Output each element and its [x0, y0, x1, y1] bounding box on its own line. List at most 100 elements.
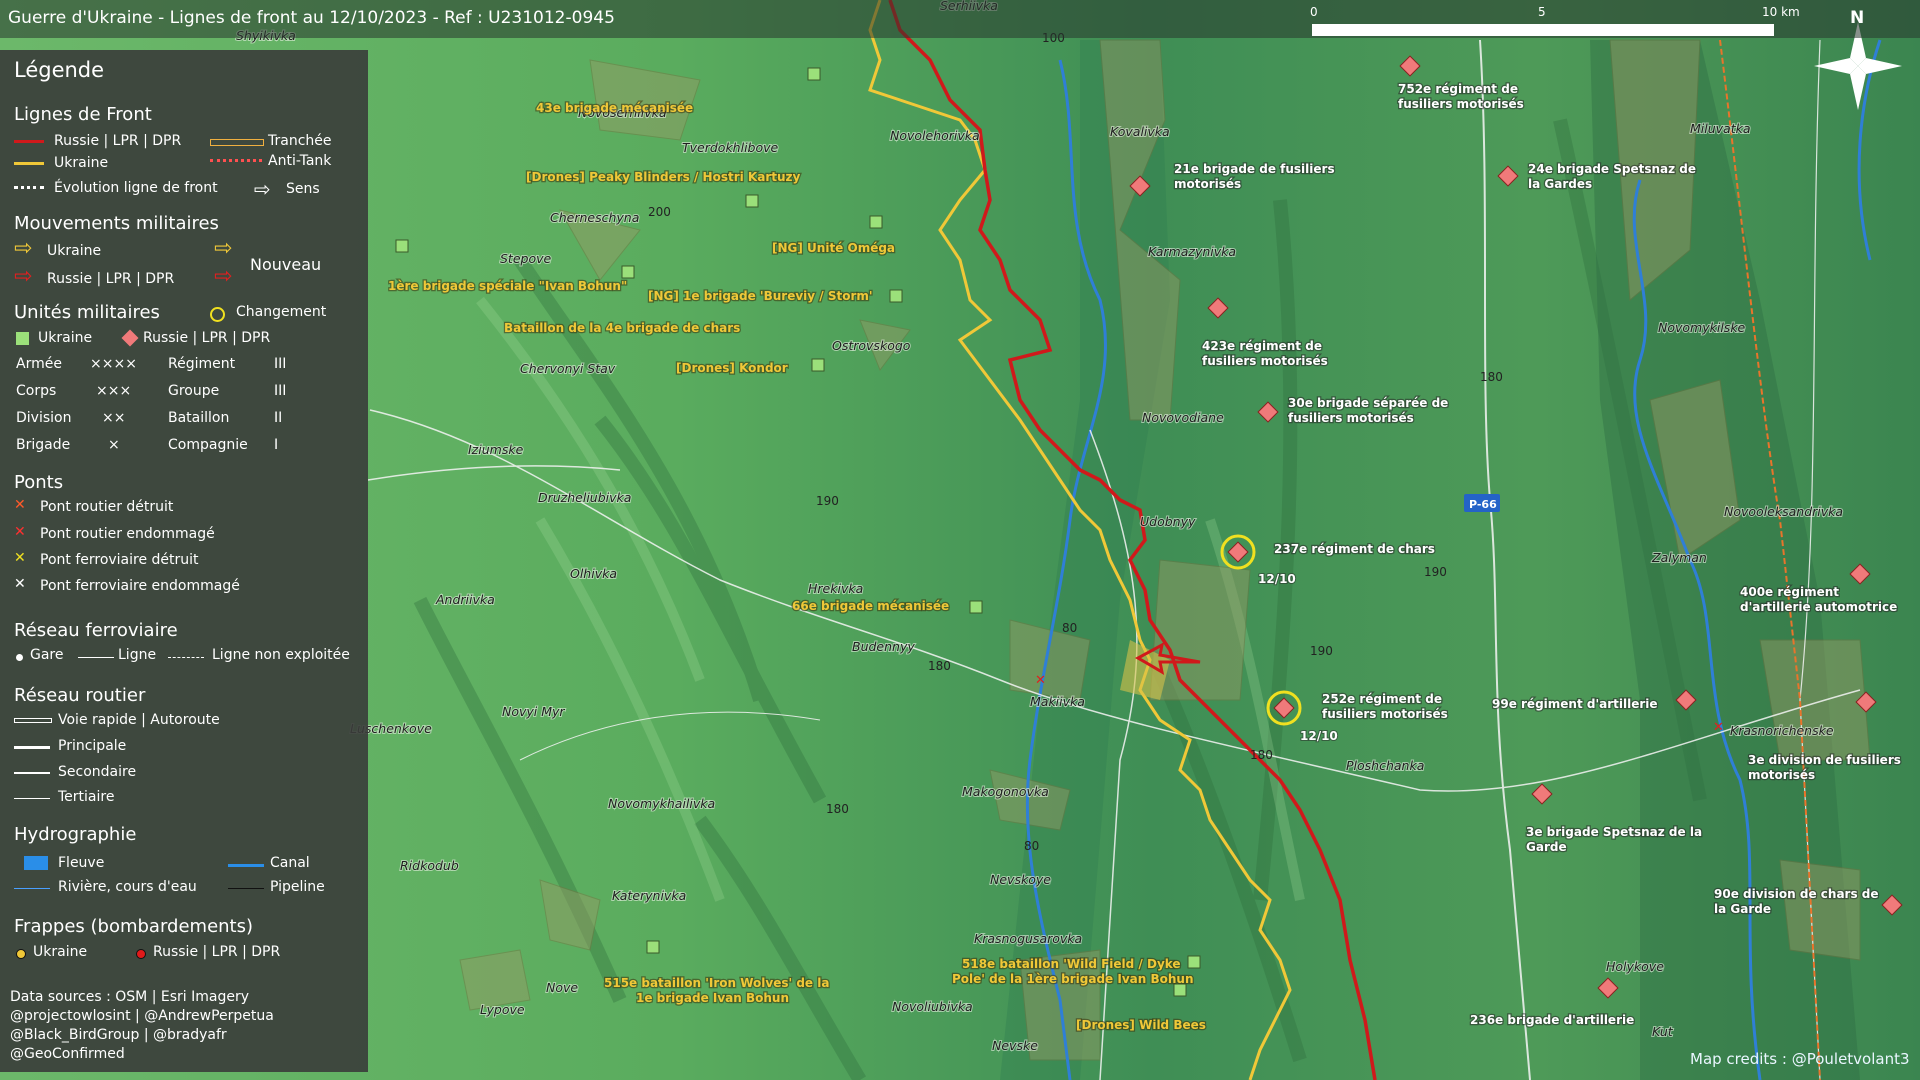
ukraine-unit-marker[interactable] — [1187, 955, 1201, 969]
source-line-1: @projectowlosint | @AndrewPerpetua — [10, 1008, 274, 1024]
russia-unit-label: 99e régiment d'artillerie — [1492, 697, 1658, 711]
north-label: N — [1850, 8, 1865, 28]
legend-strikes-heading: Frappes (bombardements) — [14, 916, 254, 937]
legend-bridges-heading: Ponts — [14, 472, 64, 493]
ukraine-unit-marker[interactable] — [745, 194, 759, 208]
russia-unit-label: 236e brigade d'artillerie — [1470, 1013, 1634, 1027]
place-label: Chervonyi Stav — [520, 361, 616, 376]
ukraine-unit-label: [Drones] Wild Bees — [1076, 1018, 1206, 1032]
ukraine-unit-label: 1e brigade Ivan Bohun — [636, 991, 789, 1005]
ukraine-unit-label: 515e bataillon 'Iron Wolves' de la — [604, 976, 829, 990]
russia-unit-label: 423e régiment de — [1202, 339, 1322, 353]
tertiary-road-swatch — [14, 798, 50, 799]
russia-unit-diamond-icon — [121, 329, 139, 347]
russia-unit-label: la Garde — [1714, 902, 1771, 916]
russia-unit-label: fusiliers motorisés — [1322, 707, 1448, 721]
place-label: Budennyy — [852, 639, 915, 654]
place-label: Ostrovskogo — [832, 338, 911, 353]
legend-front-russia: Russie | LPR | DPR — [54, 133, 182, 149]
legend-bridge-1: Pont routier endommagé — [40, 526, 215, 542]
unit-symbol-bataillon: II — [274, 410, 283, 426]
russia-unit-label: 24e brigade Spetsnaz de — [1528, 162, 1696, 176]
place-label: Lypove — [480, 1002, 525, 1017]
source-line-3: @GeoConfirmed — [10, 1046, 125, 1062]
legend-rail-heading: Réseau ferroviaire — [14, 620, 178, 641]
legend-hydro-canal: Canal — [270, 855, 310, 871]
ukraine-unit-label: [Drones] Peaky Blinders / Hostri Kartuzy — [526, 170, 801, 184]
place-label: Nove — [546, 980, 578, 995]
legend-rail-station: Gare — [30, 647, 64, 663]
unit-size-compagnie: Compagnie — [168, 437, 248, 453]
russia-unit-label: motorisés — [1748, 768, 1815, 782]
ukraine-move-arrow-icon: ⇨ — [14, 236, 33, 261]
ukraine-unit-square-icon — [16, 332, 29, 345]
legend-strikes-russia: Russie | LPR | DPR — [153, 944, 281, 960]
unit-size-brigade: Brigade — [16, 437, 71, 453]
russia-unit-label: fusiliers motorisés — [1288, 411, 1414, 425]
scale-label-0: 0 — [1310, 5, 1318, 19]
unit-size-bataillon: Bataillon — [168, 410, 230, 426]
main-road-swatch — [14, 746, 50, 749]
unit-symbol-groupe: III — [274, 383, 287, 399]
legend-move-new: Nouveau — [250, 255, 322, 274]
ukraine-unit-marker[interactable] — [811, 358, 825, 372]
elevation-label: 80 — [1024, 839, 1039, 853]
ukraine-unit-marker[interactable] — [395, 239, 409, 253]
unit-size-armee: Armée — [16, 356, 62, 372]
ukraine-unit-label: [NG] Unité Oméga — [772, 241, 895, 255]
legend-move-russia: Russie | LPR | DPR — [47, 271, 175, 287]
legend-hydro-pipeline: Pipeline — [270, 879, 325, 895]
legend-strikes-ukraine: Ukraine — [33, 944, 88, 960]
canal-swatch — [228, 864, 264, 867]
russia-unit-label: motorisés — [1174, 177, 1241, 191]
elevation-label: 190 — [1424, 565, 1447, 579]
ukraine-unit-label: Pole' de la 1ère brigade Ivan Bohun — [952, 972, 1194, 986]
legend-hydro-heading: Hydrographie — [14, 824, 137, 845]
elevation-label: 200 — [648, 205, 671, 219]
legend-rail-line: Ligne — [118, 647, 157, 663]
russia-unit-label: fusiliers motorisés — [1202, 354, 1328, 368]
antitank-swatch — [210, 159, 262, 162]
station-dot-icon — [16, 654, 23, 661]
legend-bridge-2: Pont ferroviaire détruit — [40, 552, 199, 568]
ukraine-line-swatch — [14, 162, 44, 165]
scale-label-5: 5 — [1538, 5, 1546, 19]
ukraine-unit-marker[interactable] — [969, 600, 983, 614]
legend-front-ukraine: Ukraine — [54, 155, 109, 171]
legend-front-antitank: Anti-Tank — [268, 153, 332, 169]
place-label: Iziumske — [468, 442, 524, 457]
highway-swatch — [14, 718, 52, 723]
place-label: Novooleksandrivka — [1724, 504, 1843, 519]
russia-line-swatch — [14, 140, 44, 143]
place-label: Olhivka — [570, 566, 617, 581]
scale-label-10: 10 km — [1762, 5, 1800, 19]
russia-unit-label: 3e brigade Spetsnaz de la — [1526, 825, 1702, 839]
ukraine-unit-marker[interactable] — [807, 67, 821, 81]
change-date-label: 12/10 — [1300, 729, 1338, 743]
ukraine-unit-label: Bataillon de la 4e brigade de chars — [504, 321, 740, 335]
ukraine-unit-marker[interactable] — [869, 215, 883, 229]
place-label: Stepove — [500, 251, 552, 266]
ukraine-unit-marker[interactable] — [646, 940, 660, 954]
place-label: Katerynivka — [612, 888, 686, 903]
legend-bridge-3: Pont ferroviaire endommagé — [40, 578, 240, 594]
unit-size-groupe: Groupe — [168, 383, 220, 399]
rail-unused-swatch — [168, 657, 204, 658]
map-title: Guerre d'Ukraine - Lignes de front au 12… — [8, 8, 615, 28]
russia-unit-label: 21e brigade de fusiliers — [1174, 162, 1335, 176]
pipeline-swatch — [228, 888, 264, 889]
place-label: Makiivka — [1030, 694, 1085, 709]
arrow-sens-icon: ⇨ — [254, 177, 271, 201]
legend-front-evolution: Évolution ligne de front — [54, 180, 218, 196]
ukraine-unit-marker[interactable] — [889, 289, 903, 303]
legend-road-0: Voie rapide | Autoroute — [58, 712, 220, 728]
place-label: Krasnogusarovka — [974, 931, 1082, 946]
rail-line-swatch — [78, 657, 114, 658]
bridge-damaged-marker: ✕ — [1713, 720, 1724, 735]
legend-rail-unused: Ligne non exploitée — [212, 647, 350, 663]
russia-unit-label: fusiliers motorisés — [1398, 97, 1524, 111]
stream-swatch — [14, 888, 50, 889]
place-label: Novovodiane — [1142, 410, 1224, 425]
ukraine-unit-marker[interactable] — [621, 265, 635, 279]
place-label: Cherneschyna — [550, 210, 639, 225]
